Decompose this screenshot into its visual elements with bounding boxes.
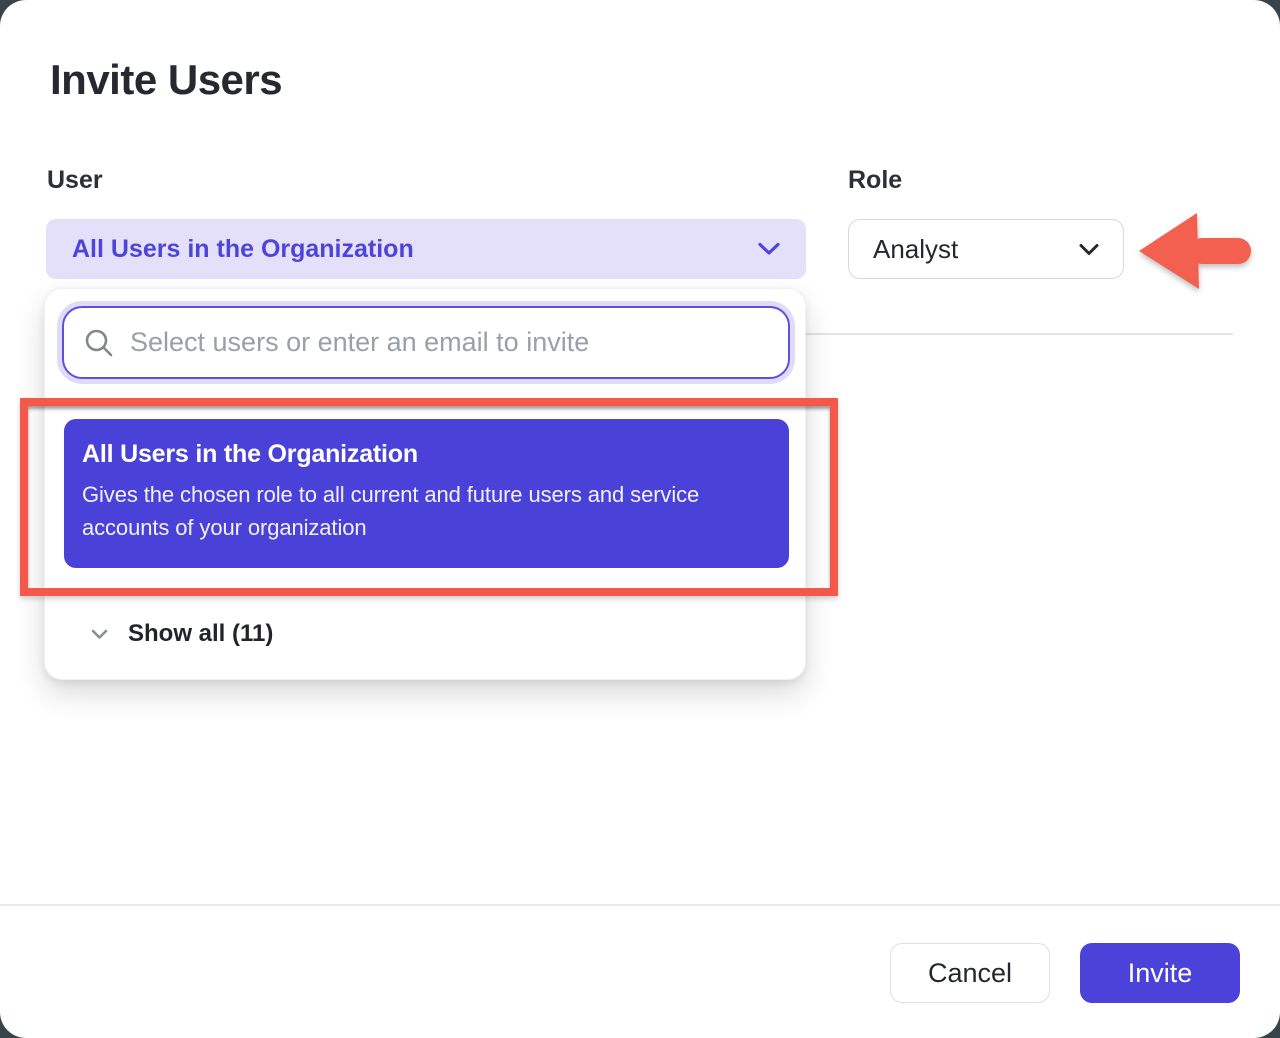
invite-button[interactable]: Invite <box>1080 943 1240 1003</box>
role-select[interactable]: Analyst <box>848 219 1124 279</box>
show-all-label: Show all (11) <box>128 620 273 648</box>
invite-users-dialog: Invite Users User All Users in the Organ… <box>0 0 1280 1038</box>
option-description: Gives the chosen role to all current and… <box>82 478 771 544</box>
cancel-button[interactable]: Cancel <box>890 943 1050 1003</box>
role-select-value: Analyst <box>873 234 958 265</box>
option-title: All Users in the Organization <box>82 440 771 469</box>
chevron-down-icon <box>758 242 780 256</box>
footer-divider <box>0 904 1280 906</box>
show-all-button[interactable]: Show all (11) <box>85 617 283 651</box>
page-title: Invite Users <box>50 56 282 104</box>
user-field-label: User <box>47 166 103 195</box>
role-field-label: Role <box>848 166 902 195</box>
chevron-down-icon <box>1079 243 1099 256</box>
user-select[interactable]: All Users in the Organization <box>46 219 806 279</box>
search-input[interactable] <box>62 306 790 379</box>
chevron-down-icon <box>91 629 108 640</box>
annotation-arrow-icon <box>1133 199 1255 301</box>
option-all-users[interactable]: All Users in the Organization Gives the … <box>64 419 789 568</box>
user-dropdown-panel: All Users in the Organization Gives the … <box>44 288 806 680</box>
user-select-value: All Users in the Organization <box>72 235 414 264</box>
